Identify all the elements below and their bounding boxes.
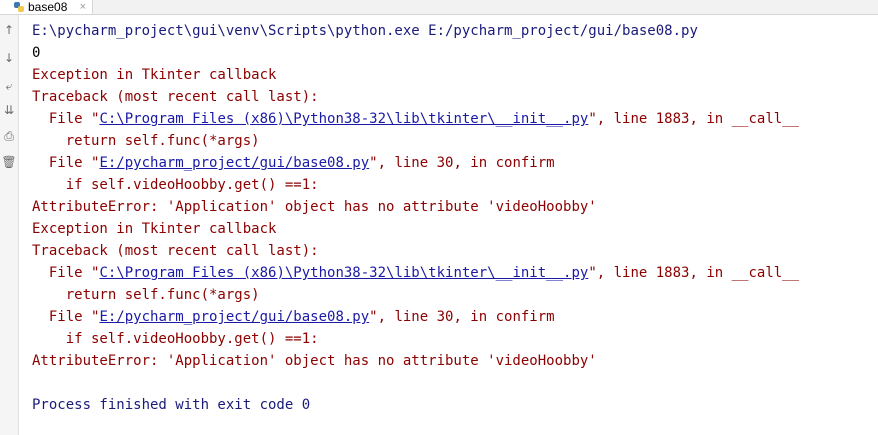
frame-suffix: ", line 30, in confirm: [369, 155, 555, 171]
scroll-to-end-icon[interactable]: ⇊: [0, 99, 18, 121]
exception-line: Exception in Tkinter callback: [32, 221, 277, 237]
scroll-up-icon[interactable]: ↑: [0, 19, 18, 41]
traceback-header: Traceback (most recent call last):: [32, 243, 319, 259]
scroll-down-icon[interactable]: ↓: [0, 47, 18, 69]
traceback-code: return self.func(*args): [32, 287, 260, 303]
traceback-code: if self.videoHoobby.get() ==1:: [32, 177, 319, 193]
print-icon[interactable]: ⎙: [0, 125, 18, 147]
process-finished-line: Process finished with exit code 0: [32, 397, 311, 413]
file-link[interactable]: C:\Program Files (x86)\Python38-32\lib\t…: [99, 265, 588, 281]
soft-wrap-icon[interactable]: ⤶: [0, 75, 18, 97]
run-tab[interactable]: base08 ×: [0, 0, 93, 14]
traceback-code: if self.videoHoobby.get() ==1:: [32, 331, 319, 347]
error-line: AttributeError: 'Application' object has…: [32, 353, 597, 369]
editor-tab-bar: base08 ×: [0, 0, 878, 15]
console-toolbar: ↑ ↓ ⤶ ⇊ ⎙ 🗑: [0, 15, 19, 435]
file-link[interactable]: E:/pycharm_project/gui/base08.py: [99, 309, 369, 325]
exception-line: Exception in Tkinter callback: [32, 67, 277, 83]
traceback-code: return self.func(*args): [32, 133, 260, 149]
traceback-header: Traceback (most recent call last):: [32, 89, 319, 105]
frame-prefix: File ": [32, 111, 100, 127]
traceback-frame: File "E:/pycharm_project/gui/base08.py",…: [32, 152, 872, 174]
traceback-frame: File "E:/pycharm_project/gui/base08.py",…: [32, 306, 872, 328]
traceback-frame: File "C:\Program Files (x86)\Python38-32…: [32, 108, 872, 130]
frame-prefix: File ": [32, 309, 100, 325]
frame-suffix: ", line 1883, in __call__: [588, 265, 800, 281]
python-file-icon: [14, 2, 24, 12]
frame-suffix: ", line 1883, in __call__: [588, 111, 800, 127]
tab-title: base08: [28, 0, 68, 14]
file-link[interactable]: C:\Program Files (x86)\Python38-32\lib\t…: [99, 111, 588, 127]
error-line: AttributeError: 'Application' object has…: [32, 199, 597, 215]
run-console-output[interactable]: E:\pycharm_project\gui\venv\Scripts\pyth…: [32, 20, 872, 416]
traceback-frame: File "C:\Program Files (x86)\Python38-32…: [32, 262, 872, 284]
frame-prefix: File ": [32, 155, 100, 171]
trash-icon[interactable]: 🗑: [0, 151, 18, 173]
frame-suffix: ", line 30, in confirm: [369, 309, 555, 325]
close-icon[interactable]: ×: [80, 1, 86, 13]
frame-prefix: File ": [32, 265, 100, 281]
file-link[interactable]: E:/pycharm_project/gui/base08.py: [99, 155, 369, 171]
command-line: E:\pycharm_project\gui\venv\Scripts\pyth…: [32, 23, 698, 39]
stdout-line: 0: [32, 45, 41, 61]
